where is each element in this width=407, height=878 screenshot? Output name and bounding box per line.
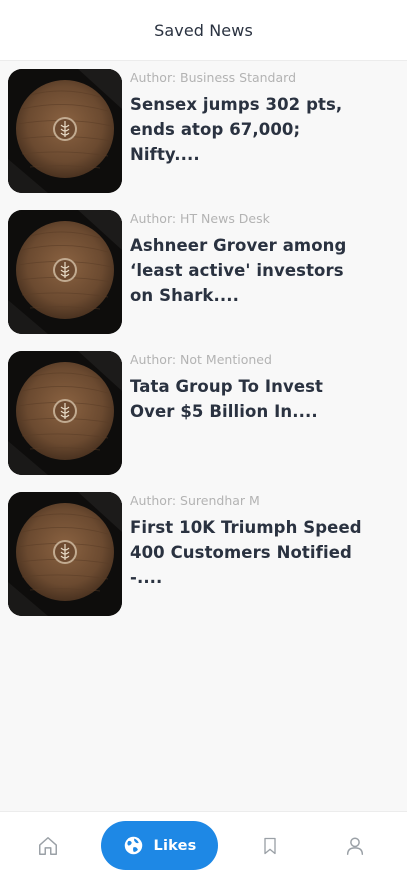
nav-likes-label: Likes	[153, 837, 197, 854]
home-icon	[39, 837, 57, 855]
nav-bookmark-button[interactable]	[258, 834, 282, 858]
news-card-text: Author: Not Mentioned Tata Group To Inve…	[130, 351, 370, 424]
nav-likes-button[interactable]: Likes	[101, 821, 218, 870]
nav-profile-button[interactable]	[343, 834, 367, 858]
news-card-text: Author: Business Standard Sensex jumps 3…	[130, 69, 370, 167]
bottom-navigation: Likes	[0, 811, 407, 878]
news-author: Author: Surendhar M	[130, 493, 260, 508]
app-header: Saved News	[0, 0, 407, 61]
news-card[interactable]: Author: HT News Desk Ashneer Grover amon…	[0, 210, 407, 351]
news-card-text: Author: Surendhar M First 10K Triumph Sp…	[130, 492, 370, 590]
news-title[interactable]: Sensex jumps 302 pts, ends atop 67,000; …	[130, 92, 370, 167]
news-title[interactable]: Ashneer Grover among ‘least active' inve…	[130, 233, 370, 308]
news-author: Author: Not Mentioned	[130, 352, 272, 367]
globe-icon	[124, 836, 142, 855]
news-card-text: Author: HT News Desk Ashneer Grover amon…	[130, 210, 370, 308]
news-thumbnail	[8, 69, 122, 193]
news-card[interactable]: Author: Not Mentioned Tata Group To Inve…	[0, 351, 407, 492]
person-icon	[346, 837, 364, 855]
news-title[interactable]: First 10K Triumph Speed 400 Customers No…	[130, 515, 370, 590]
news-card[interactable]: Author: Business Standard Sensex jumps 3…	[0, 69, 407, 210]
news-card[interactable]: Author: Surendhar M First 10K Triumph Sp…	[0, 492, 407, 633]
news-title[interactable]: Tata Group To Invest Over $5 Billion In.…	[130, 374, 370, 424]
news-author: Author: HT News Desk	[130, 211, 270, 226]
news-thumbnail	[8, 492, 122, 616]
bookmark-icon	[264, 837, 276, 855]
page-title: Saved News	[154, 20, 253, 40]
saved-news-screen: Saved News Author: Business Standard Sen…	[0, 0, 407, 878]
news-thumbnail	[8, 351, 122, 475]
news-thumbnail	[8, 210, 122, 334]
nav-home-button[interactable]	[36, 834, 60, 858]
news-author: Author: Business Standard	[130, 70, 297, 85]
saved-news-list[interactable]: Author: Business Standard Sensex jumps 3…	[0, 69, 407, 633]
